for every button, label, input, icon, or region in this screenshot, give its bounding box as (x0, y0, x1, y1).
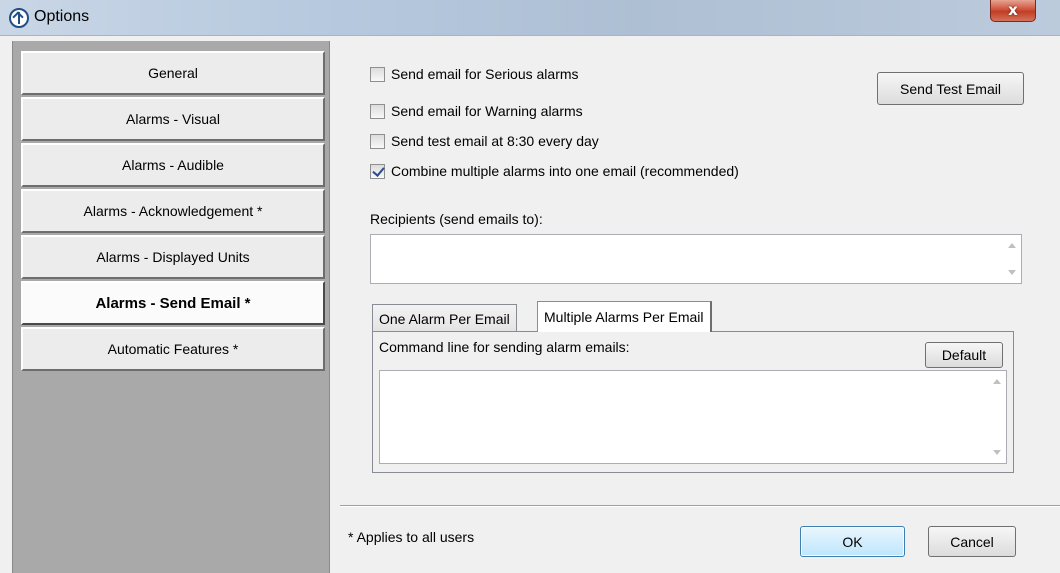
daily-test-email-option[interactable]: Send test email at 8:30 every day (370, 131, 599, 151)
combine-alarms-option[interactable]: Combine multiple alarms into one email (… (370, 161, 739, 181)
daily-test-email-checkbox[interactable] (370, 133, 385, 149)
tab-label: Multiple Alarms Per Email (544, 309, 704, 325)
warning-alarms-checkbox[interactable] (370, 103, 385, 119)
scroll-down-icon[interactable] (993, 450, 1001, 455)
title-bar[interactable]: Options x (0, 0, 1060, 36)
send-test-email-label: Send Test Email (900, 80, 1001, 97)
recipients-scrollbar[interactable] (1004, 235, 1021, 283)
tab-label: One Alarm Per Email (379, 310, 510, 327)
serious-alarms-checkbox[interactable] (370, 66, 385, 82)
serious-alarms-option[interactable]: Send email for Serious alarms (370, 64, 579, 84)
serious-alarms-label: Send email for Serious alarms (391, 66, 579, 82)
recipients-label: Recipients (send emails to): (370, 211, 543, 227)
sidebar-item-label: Automatic Features * (107, 341, 239, 357)
command-line-label: Command line for sending alarm emails: (379, 339, 630, 355)
sidebar-item-alarms-displayed-units[interactable]: Alarms - Displayed Units (21, 235, 325, 279)
options-window: Options x General Alarms - Visual Alarms… (0, 0, 1060, 573)
default-button-label: Default (941, 347, 987, 363)
scroll-down-icon[interactable] (1008, 270, 1016, 275)
recipients-input[interactable] (370, 234, 1022, 284)
sidebar-item-alarms-send-email[interactable]: Alarms - Send Email * (21, 281, 325, 325)
send-test-email-button[interactable]: Send Test Email (877, 72, 1024, 105)
ok-button-label: OK (842, 533, 863, 550)
cancel-button[interactable]: Cancel (928, 526, 1016, 557)
sidebar-item-label: Alarms - Acknowledgement * (83, 203, 263, 219)
sidebar-item-general[interactable]: General (21, 51, 325, 95)
scroll-up-icon[interactable] (993, 379, 1001, 384)
content-panel: Send email for Serious alarms Send email… (340, 41, 1060, 573)
default-button[interactable]: Default (925, 342, 1003, 368)
sidebar-item-label: Alarms - Audible (122, 157, 224, 173)
cancel-button-label: Cancel (950, 533, 994, 550)
sidebar-item-alarms-acknowledgement[interactable]: Alarms - Acknowledgement * (21, 189, 325, 233)
close-icon: x (1008, 1, 1018, 19)
ok-button[interactable]: OK (800, 526, 905, 557)
sidebar-item-alarms-visual[interactable]: Alarms - Visual (21, 97, 325, 141)
daily-test-email-label: Send test email at 8:30 every day (391, 133, 599, 149)
sidebar: General Alarms - Visual Alarms - Audible… (12, 41, 330, 573)
footer-divider (340, 505, 1060, 507)
combine-alarms-checkbox[interactable] (370, 163, 385, 179)
sidebar-item-alarms-audible[interactable]: Alarms - Audible (21, 143, 325, 187)
tab-multiple-alarms-per-email[interactable]: Multiple Alarms Per Email (537, 301, 712, 332)
footer-note: * Applies to all users (348, 529, 475, 545)
close-button[interactable]: x (990, 0, 1036, 22)
sidebar-item-label: Alarms - Displayed Units (96, 249, 250, 265)
window-title: Options (34, 8, 90, 25)
scroll-up-icon[interactable] (1008, 243, 1016, 248)
warning-alarms-option[interactable]: Send email for Warning alarms (370, 101, 583, 121)
tab-one-alarm-per-email[interactable]: One Alarm Per Email (372, 304, 517, 332)
app-arrow-icon (9, 8, 29, 28)
sidebar-item-label: Alarms - Send Email * (95, 294, 251, 312)
command-line-scrollbar[interactable] (989, 371, 1006, 463)
sidebar-item-label: General (148, 65, 198, 81)
sidebar-item-label: Alarms - Visual (126, 111, 220, 127)
command-line-input[interactable] (379, 370, 1007, 464)
sidebar-item-automatic-features[interactable]: Automatic Features * (21, 327, 325, 371)
combine-alarms-label: Combine multiple alarms into one email (… (391, 163, 739, 179)
warning-alarms-label: Send email for Warning alarms (391, 103, 583, 119)
tab-panel: Command line for sending alarm emails: D… (372, 331, 1014, 473)
